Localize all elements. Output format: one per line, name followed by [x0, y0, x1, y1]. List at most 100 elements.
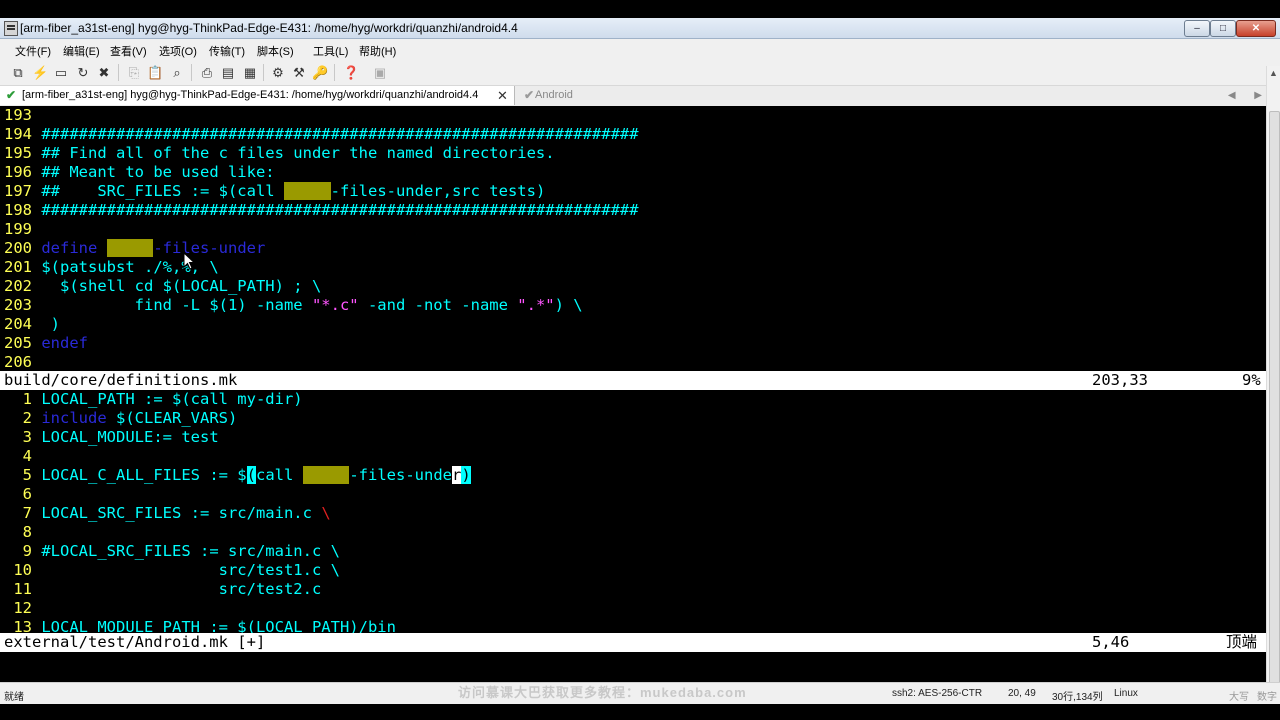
line-number: 198: [4, 201, 32, 219]
line-number: 4: [22, 447, 32, 465]
line-number: 195: [4, 144, 32, 162]
code-line: 12: [4, 599, 41, 618]
menu-transfer[interactable]: 传输(T): [209, 43, 245, 59]
quick-connect-icon[interactable]: ⚡: [32, 65, 48, 80]
code-text: call: [256, 466, 303, 484]
menu-edit[interactable]: 编辑(E): [63, 43, 100, 59]
num-lock-status: 数字: [1257, 692, 1277, 703]
help-icon[interactable]: ❓: [343, 65, 359, 80]
search-highlight: all-c: [302, 466, 350, 484]
text-cursor: r: [452, 466, 462, 484]
search-highlight: all-c: [283, 182, 331, 200]
code-text: LOCAL_MODULE:= test: [41, 428, 219, 446]
screen-bottom-border: [0, 704, 1280, 720]
code-text: ): [41, 315, 61, 333]
status-scroll-percent: 9%: [1242, 371, 1261, 389]
code-line: 202 $(shell cd $(LOCAL_PATH) ; \: [4, 277, 321, 296]
code-text: $(CLEAR_VARS): [106, 409, 238, 427]
menu-view[interactable]: 查看(V): [110, 43, 147, 59]
code-text: LOCAL_C_ALL_FILES := $: [41, 466, 247, 484]
status-cursor-position: 203,33: [1092, 371, 1148, 389]
string-text: "*.c": [311, 296, 359, 314]
tab-label: Android: [535, 89, 573, 101]
code-line: 8: [4, 523, 41, 542]
comment-text: ## Meant to be used like:: [41, 163, 275, 181]
code-text: LOCAL_PATH := $(call my-dir): [41, 390, 303, 408]
toolbar-divider: [334, 64, 335, 81]
connect-tab-icon[interactable]: ▭: [53, 65, 69, 80]
code-line: 193: [4, 106, 41, 125]
terminal-area[interactable]: 193 194 ################################…: [0, 106, 1266, 682]
code-line: 7 LOCAL_SRC_FILES := src/main.c \: [4, 504, 331, 523]
close-button[interactable]: ✕: [1236, 20, 1276, 37]
code-line: 11 src/test2.c: [4, 580, 321, 599]
mouse-pointer-icon: [183, 252, 195, 270]
line-number: 196: [4, 163, 32, 181]
title-bar: [arm-fiber_a31st-eng] hyg@hyg-ThinkPad-E…: [0, 18, 1280, 39]
find-icon[interactable]: ⌕: [169, 65, 185, 80]
code-line: 199: [4, 220, 41, 239]
tab-scroll-arrows[interactable]: ◀ ▶: [1228, 90, 1270, 101]
scroll-up-icon[interactable]: ▲: [1269, 68, 1278, 78]
code-line: 1 LOCAL_PATH := $(call my-dir): [4, 390, 303, 409]
print-icon[interactable]: ⎙: [199, 65, 215, 80]
search-highlight: all-c: [106, 239, 154, 257]
line-number: 7: [22, 504, 32, 522]
tab-label: [arm-fiber_a31st-eng] hyg@hyg-ThinkPad-E…: [22, 89, 479, 101]
session-options-icon[interactable]: ⚙: [270, 65, 286, 80]
code-line: 2 include $(CLEAR_VARS): [4, 409, 238, 428]
line-number: 201: [4, 258, 32, 276]
os-status: Linux: [1114, 688, 1138, 699]
scroll-thumb[interactable]: [1269, 111, 1280, 703]
connect-icon[interactable]: ⧉: [10, 65, 26, 80]
code-line: 4: [4, 447, 41, 466]
code-text: -and -not -name: [358, 296, 518, 314]
toolbar-divider: [263, 64, 264, 81]
line-number: 193: [4, 106, 32, 124]
code-line: 10 src/test1.c \: [4, 561, 340, 580]
vim-status-line-top: build/core/definitions.mk 203,33 9%: [0, 371, 1266, 390]
session-tab-bar: ✔ [arm-fiber_a31st-eng] hyg@hyg-ThinkPad…: [0, 86, 1280, 107]
tab-android[interactable]: ✔ Android: [518, 86, 638, 105]
code-text: src/test1.c \: [41, 561, 340, 579]
reconnect-icon[interactable]: ↻: [75, 65, 91, 80]
menu-script[interactable]: 脚本(S): [257, 43, 294, 59]
caps-lock-status: 大写: [1229, 692, 1249, 703]
vertical-scrollbar[interactable]: ▲: [1266, 66, 1280, 703]
code-line: 196 ## Meant to be used like:: [4, 163, 275, 182]
line-number: 194: [4, 125, 32, 143]
line-number: 3: [22, 428, 32, 446]
disconnect-icon[interactable]: ✖: [96, 65, 112, 80]
print-selection-icon[interactable]: ▦: [242, 65, 258, 80]
comment-text: ########################################…: [41, 125, 639, 143]
line-number: 205: [4, 334, 32, 352]
connected-check-icon: ✔: [6, 88, 17, 102]
maximize-button[interactable]: □: [1210, 20, 1236, 37]
menu-tools[interactable]: 工具(L): [313, 43, 348, 59]
line-number: 203: [4, 296, 32, 314]
keyword-text: include: [41, 409, 107, 427]
copy-icon[interactable]: ⎘: [126, 65, 142, 80]
menu-options[interactable]: 选项(O): [159, 43, 197, 59]
code-line: 5 LOCAL_C_ALL_FILES := $(call all-c-file…: [4, 466, 471, 485]
paste-icon[interactable]: 📋: [147, 65, 163, 80]
tab-close-icon[interactable]: ✕: [497, 86, 508, 105]
tab-session-active[interactable]: ✔ [arm-fiber_a31st-eng] hyg@hyg-ThinkPad…: [0, 86, 515, 105]
comment-text: ########################################…: [41, 201, 639, 219]
sftp-icon[interactable]: ▣: [372, 65, 388, 80]
menu-file[interactable]: 文件(F): [15, 43, 51, 59]
code-text: -files-unde: [349, 466, 452, 484]
error-highlight: \: [321, 504, 331, 522]
keymap-icon[interactable]: 🔑: [312, 65, 328, 80]
line-number: 206: [4, 353, 32, 371]
app-icon[interactable]: [4, 21, 18, 36]
vim-status-line-bottom: external/test/Android.mk [+] 5,46 顶端: [0, 633, 1266, 652]
terminal-size-status: 30行,134列: [1052, 692, 1103, 703]
minimize-button[interactable]: –: [1184, 20, 1210, 37]
code-line: 203 find -L $(1) -name "*.c" -and -not -…: [4, 296, 583, 315]
menu-help[interactable]: 帮助(H): [359, 43, 396, 59]
global-options-icon[interactable]: ⚒: [291, 65, 307, 80]
line-number: 204: [4, 315, 32, 333]
line-number: 2: [22, 409, 32, 427]
print-setup-icon[interactable]: ▤: [220, 65, 236, 80]
